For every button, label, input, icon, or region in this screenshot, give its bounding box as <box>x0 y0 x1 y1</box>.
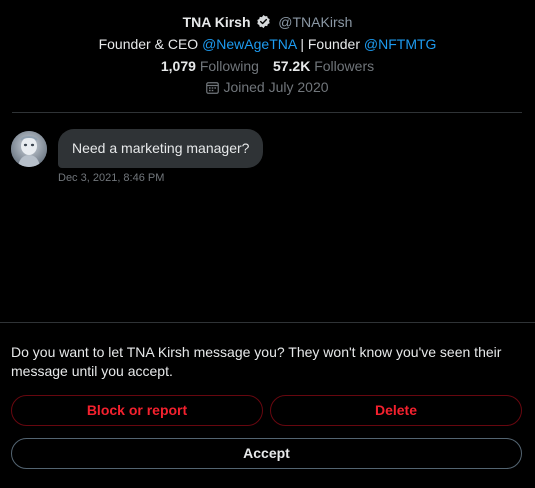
display-name[interactable]: TNA Kirsh <box>183 14 251 30</box>
message-bubble[interactable]: Need a marketing manager? <box>58 129 264 168</box>
profile-name-line: TNA Kirsh @TNAKirsh <box>0 13 535 31</box>
profile-handle[interactable]: @TNAKirsh <box>278 14 352 30</box>
sender-avatar[interactable] <box>11 131 47 167</box>
bio-link-newagetna[interactable]: @NewAgeTNA <box>202 36 296 52</box>
accept-button[interactable]: Accept <box>11 438 522 469</box>
following-label: Following <box>199 58 259 74</box>
following-count: 1,079 <box>160 58 196 74</box>
header-divider <box>12 112 522 113</box>
profile-bio: Founder & CEO @NewAgeTNA | Founder @NFTM… <box>0 35 535 53</box>
joined-date: Joined July 2020 <box>223 79 329 95</box>
bio-text-prefix: Founder & CEO <box>98 36 203 52</box>
followers-label: Followers <box>314 58 375 74</box>
bio-text-separator: | Founder <box>296 36 364 52</box>
message-timestamp: Dec 3, 2021, 8:46 PM <box>58 172 165 184</box>
calendar-icon <box>206 80 220 94</box>
message-request-prompt: Do you want to let TNA Kirsh message you… <box>11 344 502 379</box>
followers-count: 57.2K <box>272 58 311 74</box>
profile-stats: 1,079 Following 57.2K Followers <box>0 57 535 75</box>
following-stat[interactable]: 1,079 Following <box>161 58 259 74</box>
request-divider <box>0 322 535 323</box>
block-or-report-button[interactable]: Block or report <box>11 395 263 426</box>
verified-badge-icon <box>256 14 271 29</box>
bio-link-nftmtg[interactable]: @NFTMTG <box>364 36 437 52</box>
profile-joined: Joined July 2020 <box>0 78 535 96</box>
followers-stat[interactable]: 57.2K Followers <box>273 58 374 74</box>
delete-button[interactable]: Delete <box>270 395 522 426</box>
